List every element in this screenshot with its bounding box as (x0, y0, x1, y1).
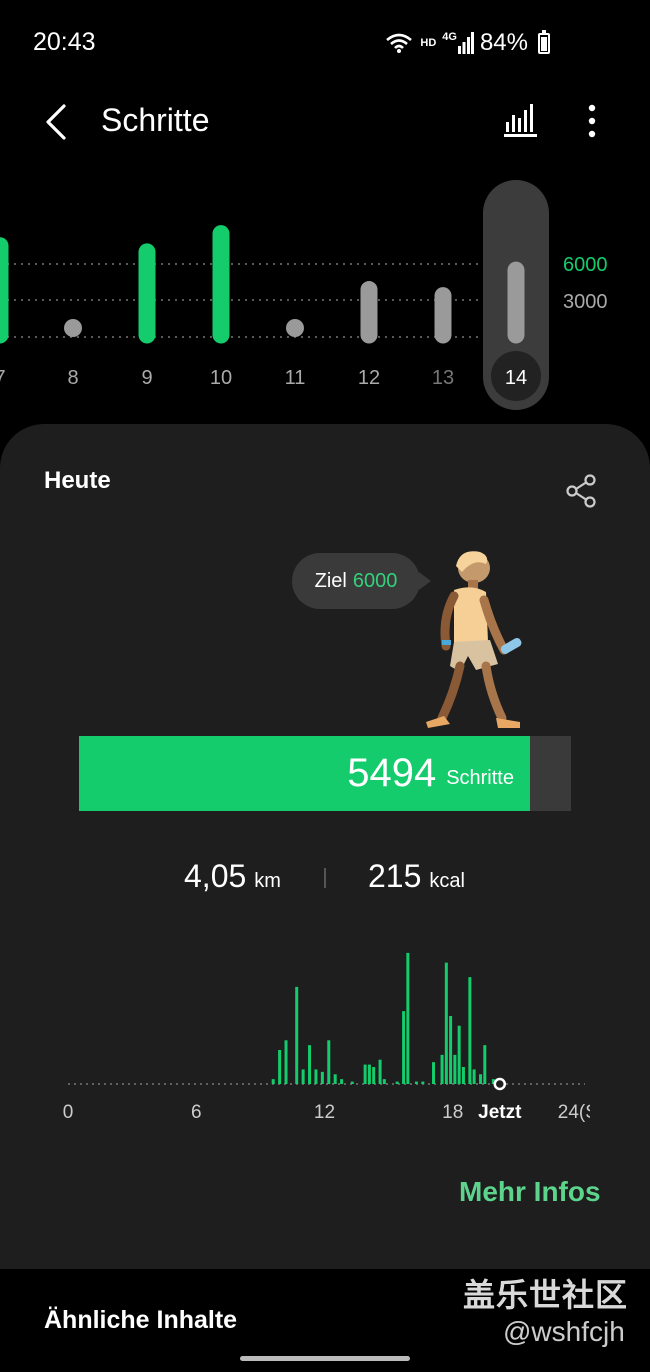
day-label-11[interactable]: 11 (285, 367, 306, 389)
calories-value: 215 (368, 858, 422, 894)
day-label-7[interactable]: 7 (0, 367, 6, 389)
hour-tick-label: 18 (442, 1102, 463, 1123)
battery-percent: 84% (479, 29, 528, 56)
day-label-8[interactable]: 8 (67, 367, 78, 389)
similar-content-title: Ähnliche Inhalte (44, 1306, 238, 1334)
back-button[interactable] (40, 102, 76, 142)
daily-steps-chart[interactable]: 6000 3000 7 8 9 10 11 12 13 14 (0, 180, 650, 420)
more-info-link[interactable]: Mehr Infos (459, 1176, 601, 1208)
steps-unit: Schritte (446, 767, 514, 789)
hd-indicator: HD (420, 36, 437, 49)
distance-unit: km (254, 870, 281, 892)
more-options-button[interactable] (578, 102, 606, 140)
stat-divider (324, 868, 326, 888)
share-button[interactable] (566, 474, 598, 508)
hour-tick-label: 12 (314, 1102, 335, 1123)
bar-chart-icon (504, 104, 537, 137)
hour-tick-label: 6 (191, 1102, 202, 1123)
chevron-left-icon (46, 104, 66, 140)
day-label-9[interactable]: 9 (141, 367, 152, 389)
chart-view-button[interactable] (502, 102, 540, 138)
status-icons: HD 4G 84% (384, 28, 550, 58)
goal-axis-label: 6000 (563, 254, 608, 276)
goal-prefix: Ziel (314, 569, 347, 592)
today-title: Heute (44, 467, 111, 494)
calories-stat: 215 kcal (368, 858, 465, 895)
share-icon (566, 474, 596, 508)
hourly-steps-chart: 0 6 12 18 Jetzt 24(S) (63, 952, 590, 1123)
mid-axis-label: 3000 (563, 291, 608, 313)
day-label-14[interactable]: 14 (505, 367, 527, 389)
page-title: Schritte (101, 102, 210, 138)
steps-count: 5494 Schritte (79, 736, 571, 811)
signal-icon (457, 32, 474, 54)
day-label-10[interactable]: 10 (210, 367, 232, 389)
day-label-13[interactable]: 13 (432, 367, 454, 389)
goal-bubble: Ziel 6000 (292, 553, 431, 609)
wifi-icon (386, 33, 413, 53)
4g-indicator: 4G (442, 31, 457, 43)
goal-value: 6000 (352, 569, 398, 592)
hour-tick-label: Jetzt (478, 1102, 522, 1123)
walking-person-illustration (426, 551, 522, 728)
home-indicator[interactable] (240, 1356, 410, 1361)
day-label-12[interactable]: 12 (358, 367, 380, 389)
day-dot-8[interactable] (64, 319, 82, 337)
watermark-community: 盖乐世社区 (463, 1277, 629, 1313)
calories-unit: kcal (429, 870, 465, 892)
status-time: 20:43 (33, 28, 96, 56)
distance-value: 4,05 (184, 858, 247, 894)
steps-value: 5494 (347, 751, 437, 795)
day-dot-11[interactable] (286, 319, 304, 337)
battery-icon (538, 29, 550, 54)
hour-tick-label: 0 (63, 1102, 74, 1123)
hour-tick-label: 24(S) (558, 1102, 590, 1123)
now-marker (493, 1077, 507, 1091)
more-vertical-icon (588, 104, 596, 138)
watermark-handle: @wshfcjh (503, 1316, 625, 1347)
today-card (0, 424, 650, 1269)
distance-stat: 4,05 km (184, 858, 281, 895)
